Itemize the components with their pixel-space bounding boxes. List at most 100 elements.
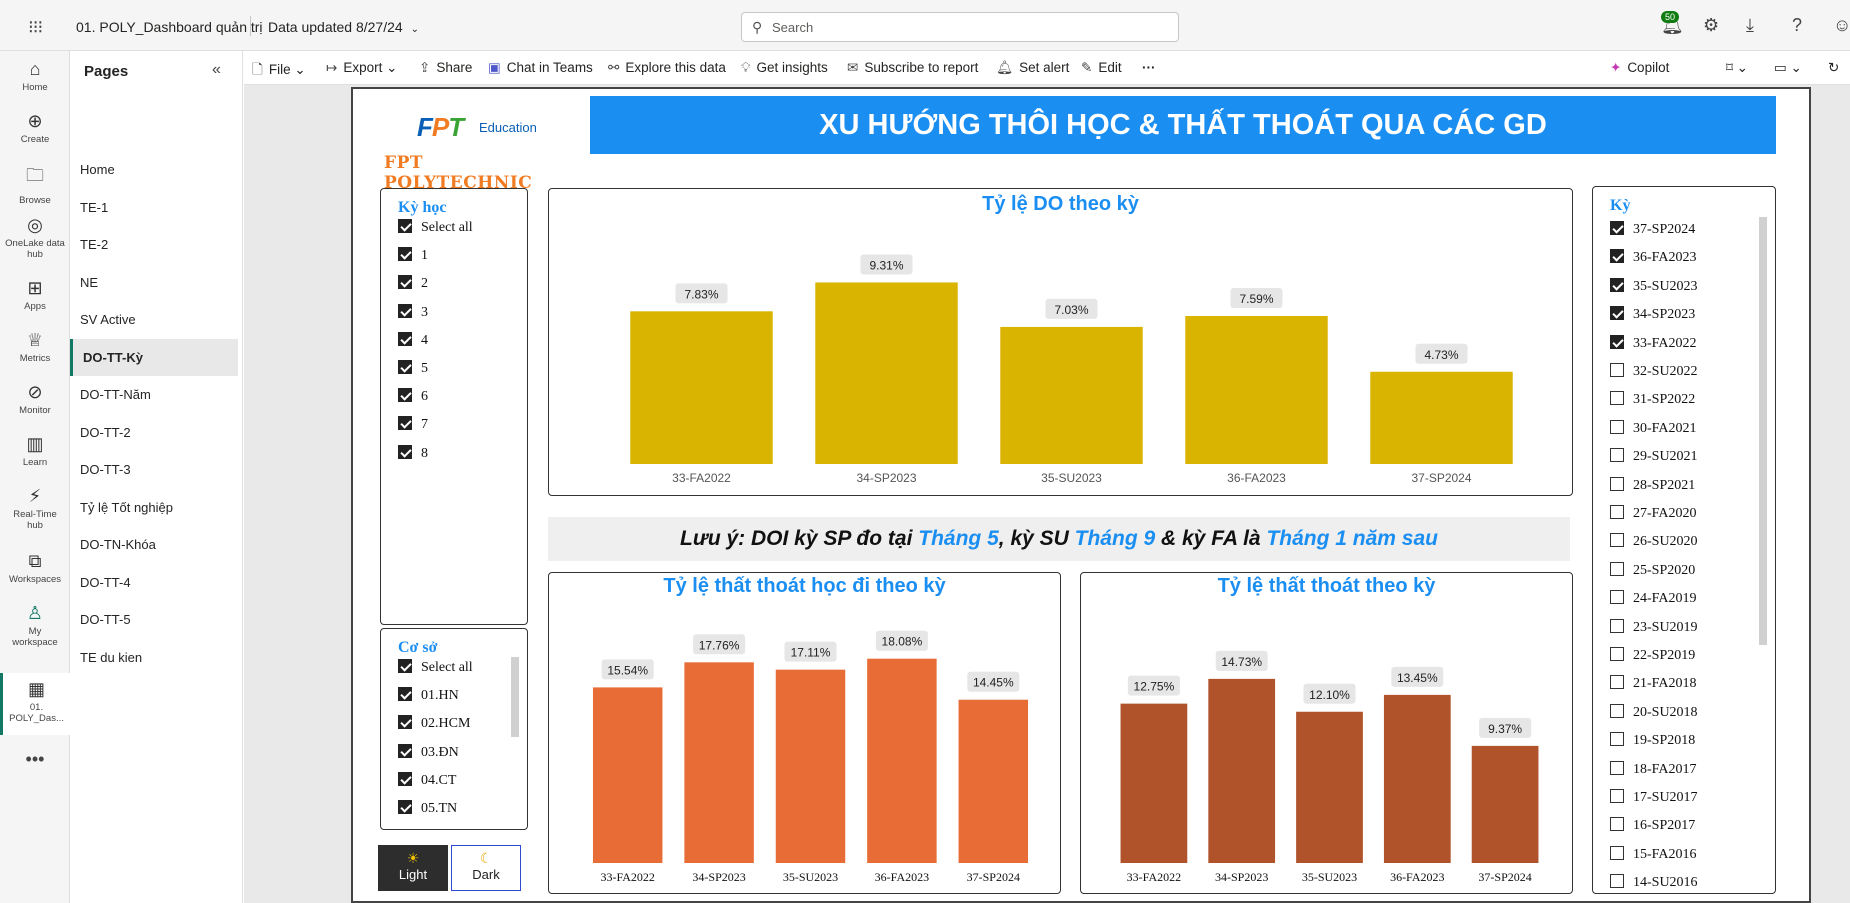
checked-checkbox-icon[interactable] xyxy=(1610,334,1624,349)
edit-button[interactable]: ✎ Edit xyxy=(1081,60,1122,76)
checked-checkbox-icon[interactable] xyxy=(398,303,412,318)
help-icon[interactable]: ? xyxy=(1792,15,1802,36)
checked-checkbox-icon[interactable] xyxy=(398,715,412,730)
rail-create[interactable]: ⊕ Create xyxy=(0,111,70,145)
rail-workspaces[interactable]: ⧉ Workspaces xyxy=(0,551,70,585)
more-options-icon[interactable]: ··· xyxy=(1142,60,1156,75)
rail-my-workspace[interactable]: ♙ My workspace xyxy=(0,603,70,648)
chart-bar[interactable] xyxy=(1296,711,1363,863)
page-tab[interactable]: DO-TN-Khóa xyxy=(70,526,238,563)
light-theme-button[interactable]: ☀ Light xyxy=(378,845,448,891)
data-updated-dropdown[interactable]: Data updated 8/27/24 ⌄ xyxy=(268,19,419,35)
slicer-option[interactable]: 15-FA2016 xyxy=(1610,845,1697,863)
rail-home[interactable]: ⌂ Home xyxy=(0,59,70,93)
checked-checkbox-icon[interactable] xyxy=(1610,306,1624,321)
subscribe-button[interactable]: ✉ Subscribe to report xyxy=(847,60,978,76)
page-tab[interactable]: TE-1 xyxy=(70,189,238,226)
slicer-option[interactable]: 35-SU2023 xyxy=(1610,277,1698,295)
app-launcher-icon[interactable]: ⁝⁝⁝ xyxy=(28,17,43,38)
checked-checkbox-icon[interactable] xyxy=(398,771,412,786)
chart-bar[interactable] xyxy=(684,662,754,863)
unchecked-checkbox-icon[interactable] xyxy=(1610,476,1624,491)
slicer-option[interactable]: 21-FA2018 xyxy=(1610,675,1697,692)
chart-bar[interactable] xyxy=(1208,678,1276,863)
view-icon[interactable]: ▭ ⌄ xyxy=(1774,60,1802,76)
report-title[interactable]: 01. POLY_Dashboard quản trị xyxy=(76,19,263,35)
unchecked-checkbox-icon[interactable] xyxy=(1610,419,1624,434)
checked-checkbox-icon[interactable] xyxy=(1610,277,1624,292)
checked-checkbox-icon[interactable] xyxy=(398,331,412,346)
rail-apps[interactable]: ⊞ Apps xyxy=(0,278,70,312)
rail-monitor[interactable]: ⊘ Monitor xyxy=(0,382,70,416)
slicer-option[interactable]: 36-FA2023 xyxy=(1610,249,1697,266)
dark-theme-button[interactable]: ☾ Dark xyxy=(451,845,521,891)
checked-checkbox-icon[interactable] xyxy=(398,247,412,262)
unchecked-checkbox-icon[interactable] xyxy=(1610,703,1624,718)
checked-checkbox-icon[interactable] xyxy=(398,219,412,233)
feedback-icon[interactable]: ☺ xyxy=(1833,15,1850,36)
slicer-option[interactable]: 30-FA2021 xyxy=(1610,419,1697,437)
unchecked-checkbox-icon[interactable] xyxy=(1610,561,1624,576)
page-tab[interactable]: DO-TT-Kỳ xyxy=(70,338,238,376)
slicer-option[interactable]: 34-SP2023 xyxy=(1610,306,1695,323)
slicer-option[interactable]: 37-SP2024 xyxy=(1610,221,1695,238)
slicer-option[interactable]: 6 xyxy=(398,388,428,405)
search-input[interactable]: ⚲ Search xyxy=(741,12,1179,42)
rail-onelake[interactable]: ◎ OneLake data hub xyxy=(0,215,70,260)
page-tab[interactable]: Home xyxy=(70,151,238,188)
slicer-option[interactable]: 3 xyxy=(398,303,428,321)
unchecked-checkbox-icon[interactable] xyxy=(1610,647,1624,661)
slicer-option[interactable]: 26-SU2020 xyxy=(1610,533,1698,550)
refresh-icon[interactable]: ↻ xyxy=(1828,60,1839,76)
page-tab[interactable]: Tỷ lệ Tốt nghiệp xyxy=(70,489,238,526)
slicer-option[interactable]: 32-SU2022 xyxy=(1610,363,1698,380)
chart-bar[interactable] xyxy=(1185,315,1328,464)
set-alert-button[interactable]: 🔔︎ Set alert xyxy=(996,60,1069,76)
checked-checkbox-icon[interactable] xyxy=(398,743,412,758)
unchecked-checkbox-icon[interactable] xyxy=(1610,675,1624,690)
scrollbar[interactable] xyxy=(511,657,519,737)
get-insights-button[interactable]: 💡︎ Get insights xyxy=(741,60,828,76)
rail-realtime-hub[interactable]: ⚡︎ Real-Time hub xyxy=(0,486,70,531)
chart-bar[interactable] xyxy=(1370,371,1513,464)
chart-bar[interactable] xyxy=(958,699,1029,863)
rail-metrics[interactable]: ♕ Metrics xyxy=(0,330,70,364)
slicer-option[interactable]: 16-SP2017 xyxy=(1610,817,1695,834)
unchecked-checkbox-icon[interactable] xyxy=(1610,732,1624,747)
slicer-option[interactable]: 1 xyxy=(398,247,428,264)
slicer-option[interactable]: 17-SU2017 xyxy=(1610,789,1698,806)
chart-bar[interactable] xyxy=(1000,326,1143,464)
chart-bar[interactable] xyxy=(1383,694,1451,863)
checked-checkbox-icon[interactable] xyxy=(398,416,412,431)
page-tab[interactable]: DO-TT-3 xyxy=(70,451,238,488)
slicer-option[interactable]: 28-SP2021 xyxy=(1610,476,1695,494)
slicer-option[interactable]: 33-FA2022 xyxy=(1610,334,1697,352)
checked-checkbox-icon[interactable] xyxy=(398,388,412,403)
slicer-option[interactable]: 2 xyxy=(398,275,428,292)
chart-bar[interactable] xyxy=(1120,703,1188,863)
unchecked-checkbox-icon[interactable] xyxy=(1610,533,1624,548)
page-tab[interactable]: DO-TT-Năm xyxy=(70,376,238,413)
unchecked-checkbox-icon[interactable] xyxy=(1610,789,1624,803)
unchecked-checkbox-icon[interactable] xyxy=(1610,760,1624,775)
unchecked-checkbox-icon[interactable] xyxy=(1610,817,1624,832)
rail-learn[interactable]: ▥ Learn xyxy=(0,434,70,468)
slicer-option[interactable]: 03.ĐN xyxy=(398,743,459,761)
rail-current-report[interactable]: ▦ 01. POLY_Das... xyxy=(0,673,70,735)
page-tab[interactable]: SV Active xyxy=(70,301,238,338)
chart-bar[interactable] xyxy=(592,687,663,863)
checked-checkbox-icon[interactable] xyxy=(1610,249,1624,264)
gear-icon[interactable]: ⚙ xyxy=(1703,15,1719,36)
slicer-option[interactable]: 02.HCM xyxy=(398,715,470,732)
bookmark-icon[interactable]: ⌑ ⌄ xyxy=(1726,60,1748,76)
page-tab[interactable]: TE du kien xyxy=(70,639,238,676)
collapse-icon[interactable]: « xyxy=(212,61,221,79)
checked-checkbox-icon[interactable] xyxy=(398,659,412,673)
slicer-option[interactable]: 22-SP2019 xyxy=(1610,647,1695,664)
checked-checkbox-icon[interactable] xyxy=(1610,221,1624,235)
slicer-option[interactable]: 04.CT xyxy=(398,771,456,789)
unchecked-checkbox-icon[interactable] xyxy=(1610,448,1624,463)
download-icon[interactable]: ⤓ xyxy=(1746,15,1754,36)
chart-bar[interactable] xyxy=(867,658,937,863)
copilot-button[interactable]: ✦ Copilot xyxy=(1610,60,1669,76)
